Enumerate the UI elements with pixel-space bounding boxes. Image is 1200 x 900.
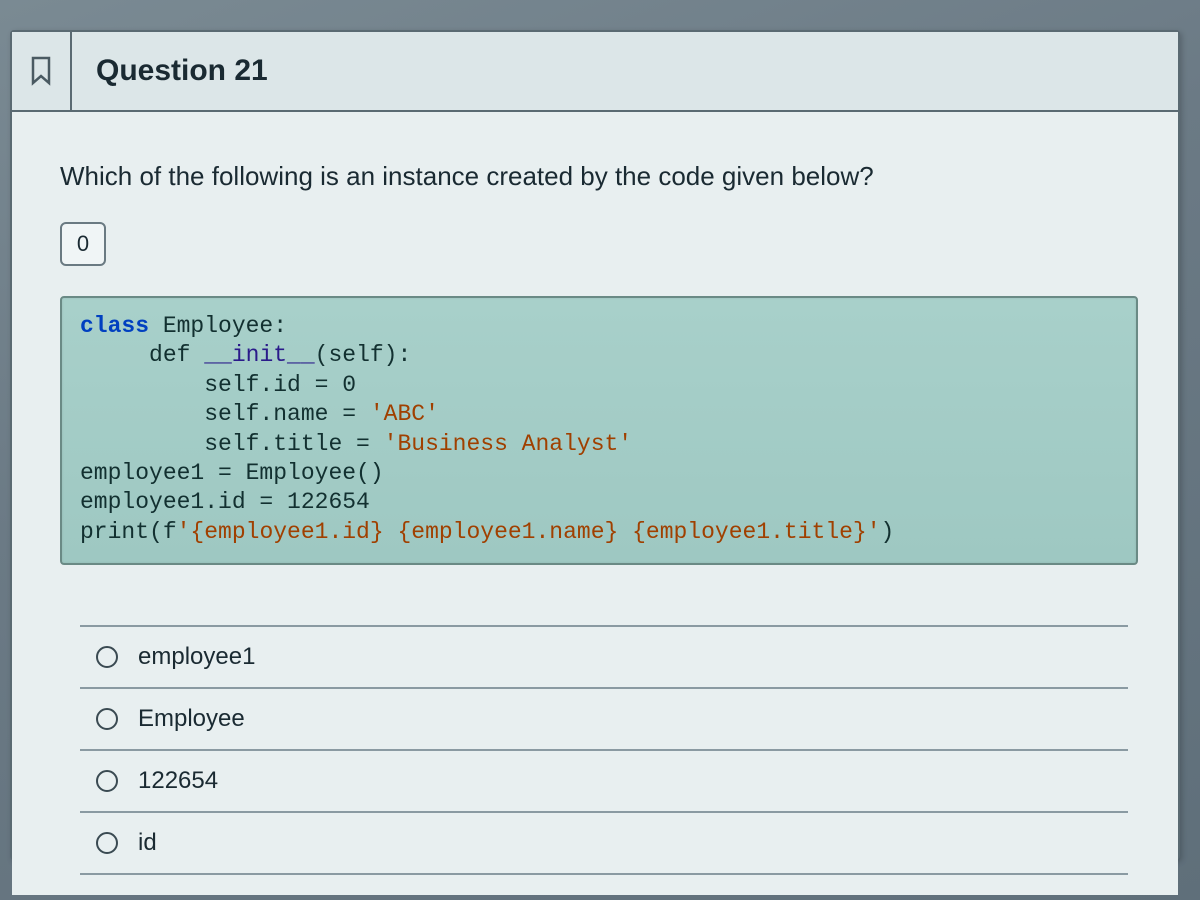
question-title: Question 21 <box>72 32 1178 110</box>
code-text: employee1 = Employee() <box>80 460 384 486</box>
code-text: Employee: <box>149 313 287 339</box>
code-string: 'Business Analyst' <box>384 431 632 457</box>
radio-icon[interactable] <box>96 646 118 668</box>
code-kw: class <box>80 313 149 339</box>
answer-label: id <box>138 829 157 857</box>
answer-option-c[interactable]: 122654 <box>80 749 1128 811</box>
quiz-container: Question 21 Which of the following is an… <box>10 30 1180 860</box>
code-text: self.id = 0 <box>80 372 356 398</box>
bookmark-icon <box>28 56 54 86</box>
code-block: class Employee: def __init__(self): self… <box>60 296 1138 566</box>
points-input[interactable] <box>60 222 106 266</box>
code-text: (self): <box>315 342 412 368</box>
answer-option-b[interactable]: Employee <box>80 687 1128 749</box>
question-prompt: Which of the following is an instance cr… <box>60 160 1138 194</box>
code-text: self.title = <box>80 431 384 457</box>
answer-label: employee1 <box>138 643 255 671</box>
question-body: Which of the following is an instance cr… <box>12 112 1178 895</box>
answer-label: Employee <box>138 705 245 733</box>
code-text: employee1.id = 122654 <box>80 489 370 515</box>
radio-icon[interactable] <box>96 770 118 792</box>
radio-icon[interactable] <box>96 832 118 854</box>
answers-list: employee1 Employee 122654 id <box>80 625 1128 875</box>
code-text: def <box>80 342 204 368</box>
question-header: Question 21 <box>12 32 1178 112</box>
radio-icon[interactable] <box>96 708 118 730</box>
code-string: 'ABC' <box>370 401 439 427</box>
code-text: self.name = <box>80 401 370 427</box>
answer-option-a[interactable]: employee1 <box>80 625 1128 687</box>
code-string: '{employee1.id} {employee1.name} {employ… <box>177 519 881 545</box>
answer-option-d[interactable]: id <box>80 811 1128 875</box>
code-text: ) <box>881 519 895 545</box>
answer-label: 122654 <box>138 767 218 795</box>
flag-cell[interactable] <box>12 32 72 110</box>
code-method: __init__ <box>204 342 314 368</box>
code-text: print(f <box>80 519 177 545</box>
